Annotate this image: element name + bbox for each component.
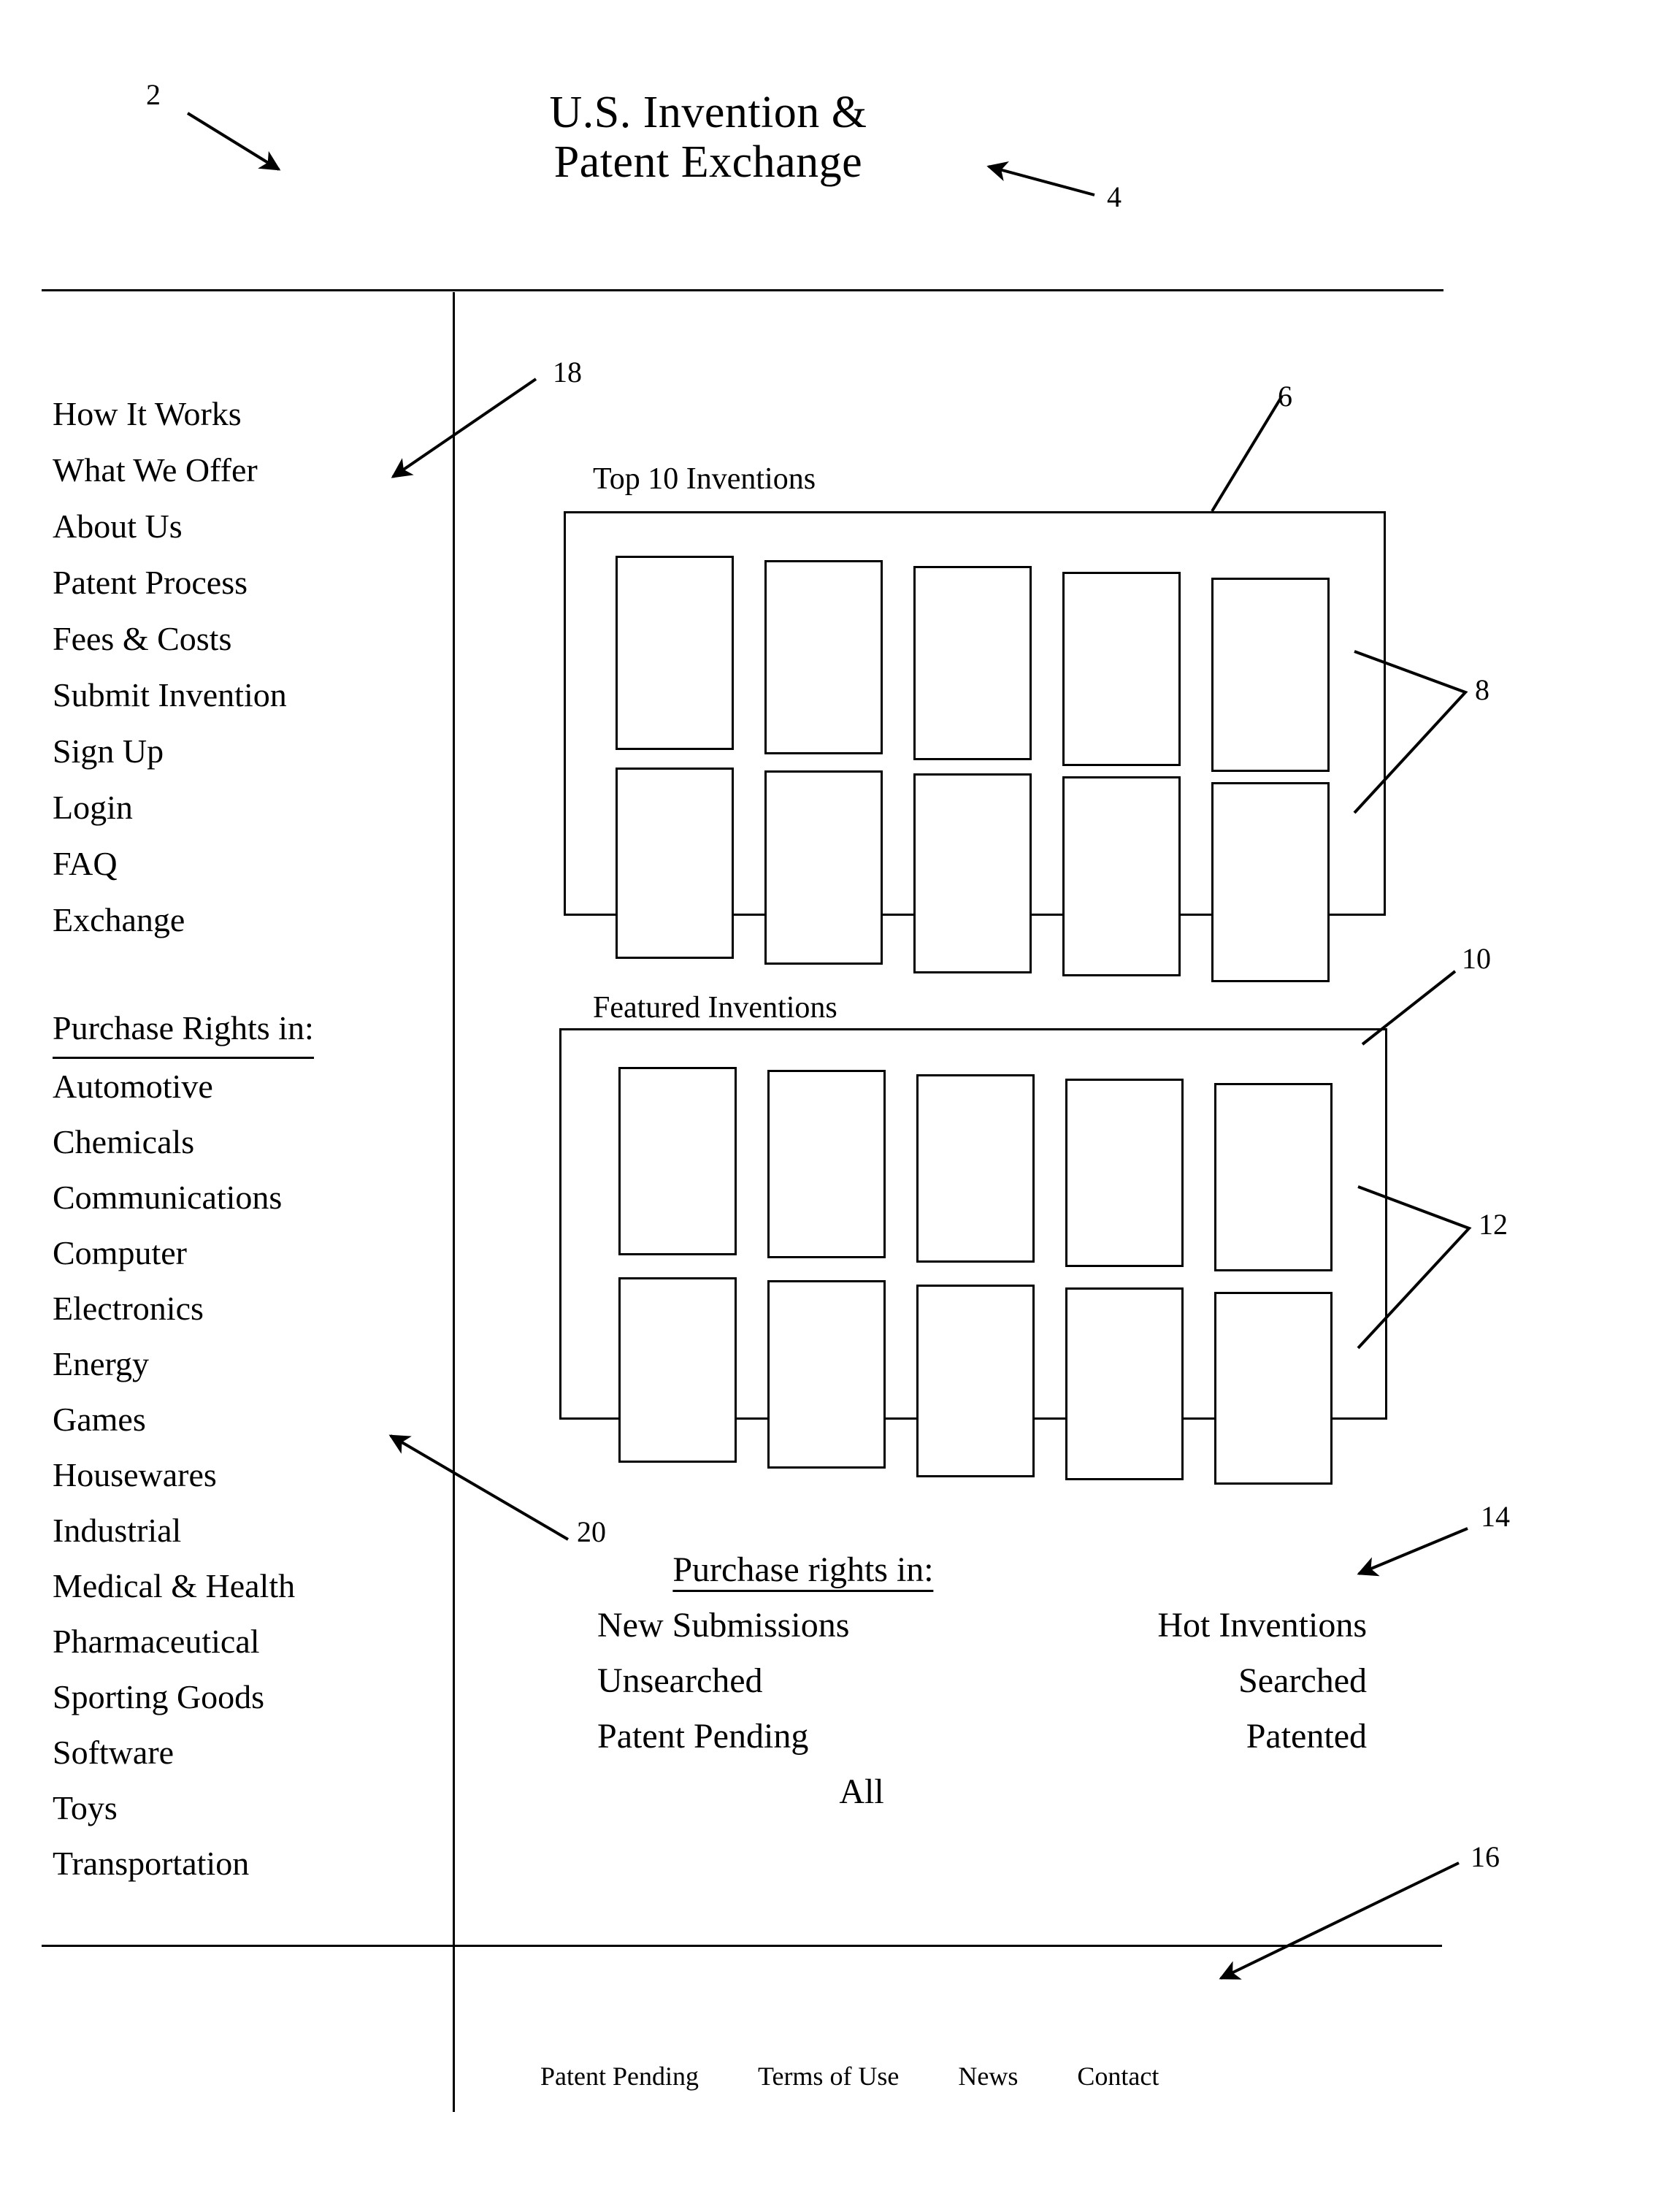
ref-num-2: 2: [146, 78, 161, 111]
featured-invention-tile[interactable]: [1214, 1292, 1333, 1485]
ref-num-8: 8: [1475, 673, 1489, 706]
top-invention-tile[interactable]: [913, 773, 1032, 973]
featured-invention-tile[interactable]: [767, 1280, 886, 1469]
header-divider: [42, 289, 1443, 291]
sidebar-categories-heading-row: Purchase Rights in:: [53, 1000, 440, 1059]
filter-patented[interactable]: Patented: [1037, 1716, 1367, 1756]
page-title: U.S. Invention & Patent Exchange: [549, 88, 867, 188]
sidebar-item-exchange[interactable]: Exchange: [53, 892, 432, 948]
featured-invention-tile[interactable]: [767, 1070, 886, 1258]
filter-hot-inventions[interactable]: Hot Inventions: [1037, 1605, 1367, 1645]
featured-invention-tile[interactable]: [618, 1277, 737, 1463]
top-inventions-label: Top 10 Inventions: [593, 462, 816, 496]
ref-num-20: 20: [577, 1515, 606, 1548]
sidebar-categories: Purchase Rights in: Automotive Chemicals…: [53, 1000, 440, 1891]
sidebar-item-login[interactable]: Login: [53, 779, 432, 835]
filter-all[interactable]: All: [839, 1772, 883, 1812]
ref-num-10: 10: [1462, 942, 1491, 975]
top-invention-tile[interactable]: [1062, 776, 1181, 976]
featured-invention-tile[interactable]: [916, 1285, 1035, 1477]
leader-2: [186, 112, 281, 171]
footer-divider: [42, 1945, 1442, 1947]
top-invention-tile[interactable]: [1211, 578, 1330, 772]
filter-patent-pending[interactable]: Patent Pending: [597, 1716, 808, 1756]
ref-num-14: 14: [1481, 1500, 1510, 1533]
footer-link-patent-pending[interactable]: Patent Pending: [540, 2061, 699, 2092]
top-invention-tile[interactable]: [1211, 782, 1330, 982]
featured-inventions-label: Featured Inventions: [593, 991, 837, 1025]
category-item-toys[interactable]: Toys: [53, 1780, 440, 1836]
filter-unsearched[interactable]: Unsearched: [597, 1661, 763, 1701]
ref-num-18: 18: [553, 356, 582, 389]
category-item-communications[interactable]: Communications: [53, 1170, 440, 1225]
featured-invention-tile[interactable]: [1214, 1083, 1333, 1271]
sidebar-divider: [453, 292, 455, 2112]
sidebar-item-patent-process[interactable]: Patent Process: [53, 554, 432, 611]
ref-num-12: 12: [1479, 1208, 1508, 1241]
sidebar-item-about-us[interactable]: About Us: [53, 498, 432, 554]
category-item-industrial[interactable]: Industrial: [53, 1503, 440, 1558]
category-item-chemicals[interactable]: Chemicals: [53, 1114, 440, 1170]
sidebar-categories-heading: Purchase Rights in:: [53, 1000, 314, 1059]
category-item-pharmaceutical[interactable]: Pharmaceutical: [53, 1614, 440, 1669]
ref-num-16: 16: [1471, 1840, 1500, 1873]
ref-num-4: 4: [1107, 180, 1122, 213]
footer-link-terms-of-use[interactable]: Terms of Use: [758, 2061, 899, 2092]
filter-new-submissions[interactable]: New Submissions: [597, 1605, 849, 1645]
sidebar-nav: How It Works What We Offer About Us Pate…: [53, 386, 432, 948]
sidebar-item-faq[interactable]: FAQ: [53, 835, 432, 892]
featured-invention-tile[interactable]: [1065, 1287, 1184, 1480]
sidebar-item-how-it-works[interactable]: How It Works: [53, 386, 432, 442]
category-item-software[interactable]: Software: [53, 1725, 440, 1780]
top-inventions-panel: [564, 511, 1386, 982]
sidebar-item-fees-and-costs[interactable]: Fees & Costs: [53, 611, 432, 667]
category-item-computer[interactable]: Computer: [53, 1225, 440, 1281]
category-item-automotive[interactable]: Automotive: [53, 1059, 440, 1114]
footer-link-contact[interactable]: Contact: [1077, 2061, 1159, 2092]
ref-num-6: 6: [1278, 380, 1292, 413]
category-item-medical-health[interactable]: Medical & Health: [53, 1558, 440, 1614]
leader-16: [1219, 1861, 1460, 1980]
top-invention-tile[interactable]: [913, 566, 1032, 760]
featured-invention-tile[interactable]: [618, 1067, 737, 1255]
category-item-energy[interactable]: Energy: [53, 1336, 440, 1392]
filter-searched[interactable]: Searched: [1037, 1661, 1367, 1701]
top-invention-tile[interactable]: [616, 556, 734, 750]
leader-4: [986, 161, 1095, 196]
patent-figure: U.S. Invention & Patent Exchange How It …: [0, 0, 1664, 2212]
featured-inventions-panel: [559, 1028, 1387, 1485]
top-invention-tile[interactable]: [1062, 572, 1181, 766]
category-item-sporting-goods[interactable]: Sporting Goods: [53, 1669, 440, 1725]
top-invention-tile[interactable]: [764, 560, 883, 754]
sidebar-item-what-we-offer[interactable]: What We Offer: [53, 442, 432, 498]
top-invention-tile[interactable]: [764, 770, 883, 965]
sidebar-item-submit-invention[interactable]: Submit Invention: [53, 667, 432, 723]
category-item-games[interactable]: Games: [53, 1392, 440, 1447]
purchase-rights-heading-text: Purchase rights in:: [672, 1550, 934, 1592]
leader-6: [1211, 394, 1284, 513]
category-item-electronics[interactable]: Electronics: [53, 1281, 440, 1336]
category-item-housewares[interactable]: Housewares: [53, 1447, 440, 1503]
featured-invention-tile[interactable]: [1065, 1079, 1184, 1267]
footer: Patent Pending Terms of Use News Contact: [540, 2061, 1402, 2092]
sidebar-item-sign-up[interactable]: Sign Up: [53, 723, 432, 779]
leader-14: [1357, 1527, 1468, 1577]
footer-link-news[interactable]: News: [958, 2061, 1018, 2092]
top-invention-tile[interactable]: [616, 768, 734, 959]
featured-invention-tile[interactable]: [916, 1074, 1035, 1263]
purchase-rights-heading: Purchase rights in:: [672, 1550, 934, 1592]
category-item-transportation[interactable]: Transportation: [53, 1836, 440, 1891]
